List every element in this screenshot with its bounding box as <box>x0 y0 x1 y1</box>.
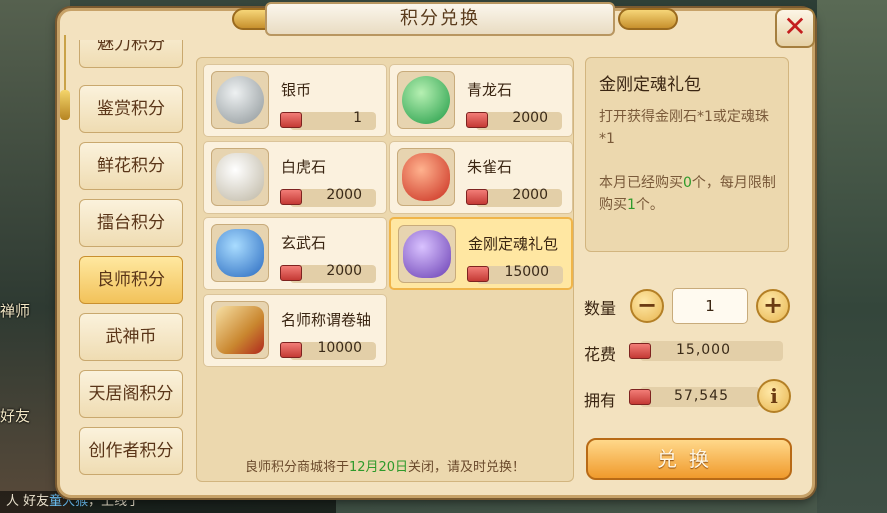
detail-title: 金刚定魂礼包 <box>599 75 701 95</box>
item-green-dragon-stone[interactable]: 青龙石 2000 <box>389 64 573 137</box>
item-vermilion-bird-stone[interactable]: 朱雀石 2000 <box>389 141 573 214</box>
limit-bought-count: 0 <box>683 175 692 191</box>
shop-closing-notice: 良师积分商城将于12月20日关闭，请及时兑换！ <box>197 456 573 475</box>
category-tab-list[interactable]: 魅力积分 鉴赏积分 鲜花积分 擂台积分 良师积分 武神币 天居阁积分 创作者积分 <box>79 40 185 480</box>
detail-description: 打开获得金刚石*1或定魂珠*1 <box>599 109 769 147</box>
tab-arena-points[interactable]: 擂台积分 <box>79 199 183 247</box>
item-name: 金刚定魂礼包 <box>468 235 559 253</box>
quantity-input[interactable]: 1 <box>672 288 748 324</box>
quantity-label: 数量 <box>584 299 617 318</box>
item-name: 青龙石 <box>467 81 513 99</box>
close-button[interactable]: ✕ <box>775 8 815 48</box>
tab-flower-points[interactable]: 鲜花积分 <box>79 142 183 190</box>
green-dragon-stone-icon <box>402 76 450 124</box>
decrease-quantity-button[interactable]: − <box>630 289 664 323</box>
tab-mentor-points[interactable]: 良师积分 <box>79 256 183 304</box>
item-price: 2000 <box>512 187 548 203</box>
item-master-title-scroll[interactable]: 名师称谓卷轴 10000 <box>203 294 387 367</box>
background-scene-right <box>817 0 887 513</box>
increase-quantity-button[interactable]: + <box>756 289 790 323</box>
background-label-friends: 好友 <box>0 407 31 425</box>
vermilion-bird-stone-icon <box>402 153 450 201</box>
info-button[interactable]: i <box>757 379 791 413</box>
item-name: 白虎石 <box>281 158 327 176</box>
item-price: 2000 <box>326 263 362 279</box>
item-price: 10000 <box>317 340 362 356</box>
white-tiger-stone-icon <box>216 153 264 201</box>
item-price: 1 <box>353 110 362 126</box>
item-name: 银币 <box>281 81 312 99</box>
item-black-tortoise-stone[interactable]: 玄武石 2000 <box>203 217 387 290</box>
item-icon-frame <box>398 225 456 283</box>
item-price: 2000 <box>512 110 548 126</box>
tab-appraisal-points[interactable]: 鉴赏积分 <box>79 85 183 133</box>
item-icon-frame <box>211 148 269 206</box>
purchase-limit-text: 本月已经购买0个，每月限制购买1个。 <box>599 172 781 216</box>
limit-suffix: 个。 <box>635 197 664 213</box>
item-icon-frame <box>211 71 269 129</box>
gift-bag-icon <box>403 230 451 278</box>
chat-prefix: 人 好友 <box>6 494 50 509</box>
scroll-icon <box>216 306 264 354</box>
title-ornament-right <box>618 8 678 30</box>
item-diamond-soul-gift-pack[interactable]: 金刚定魂礼包 15000 <box>389 217 573 290</box>
owned-value: 57,545 <box>674 388 729 404</box>
cost-value: 15,000 <box>676 342 731 358</box>
tab-creator-points[interactable]: 创作者积分 <box>79 427 183 475</box>
background-label-mentor: 禅师 <box>0 302 31 320</box>
notice-prefix: 良师积分商城将于 <box>244 460 349 475</box>
tassel-ornament <box>60 35 70 130</box>
points-coin-icon <box>629 343 651 359</box>
item-white-tiger-stone[interactable]: 白虎石 2000 <box>203 141 387 214</box>
item-detail-panel: 金刚定魂礼包 打开获得金刚石*1或定魂珠*1 本月已经购买0个，每月限制购买1个… <box>585 57 789 252</box>
tab-charm-points[interactable]: 魅力积分 <box>79 40 183 68</box>
notice-date: 12月20日 <box>348 460 409 475</box>
item-icon-frame <box>397 148 455 206</box>
item-icon-frame <box>397 71 455 129</box>
points-coin-icon <box>629 389 651 405</box>
silver-coin-icon <box>216 76 264 124</box>
item-price: 15000 <box>504 264 549 280</box>
tab-war-god-coin[interactable]: 武神币 <box>79 313 183 361</box>
owned-label: 拥有 <box>584 391 617 410</box>
item-name: 名师称谓卷轴 <box>281 311 372 329</box>
item-silver-coin[interactable]: 银币 1 <box>203 64 387 137</box>
item-price: 2000 <box>326 187 362 203</box>
notice-suffix: 关闭，请及时兑换！ <box>408 460 526 475</box>
black-tortoise-stone-icon <box>216 229 264 277</box>
item-name: 玄武石 <box>281 234 327 252</box>
item-icon-frame <box>211 301 269 359</box>
limit-max-count: 1 <box>627 197 636 213</box>
exchange-button[interactable]: 兑换 <box>586 438 792 480</box>
item-grid: 银币 1 青龙石 2000 白虎石 2000 朱雀石 2000 玄武石 2000… <box>196 57 574 482</box>
item-name: 朱雀石 <box>467 158 513 176</box>
cost-label: 花费 <box>584 345 617 364</box>
limit-prefix: 本月已经购买 <box>599 175 683 191</box>
tab-tianju-pavilion-points[interactable]: 天居阁积分 <box>79 370 183 418</box>
window-title: 积分兑换 <box>265 2 615 36</box>
item-icon-frame <box>211 224 269 282</box>
